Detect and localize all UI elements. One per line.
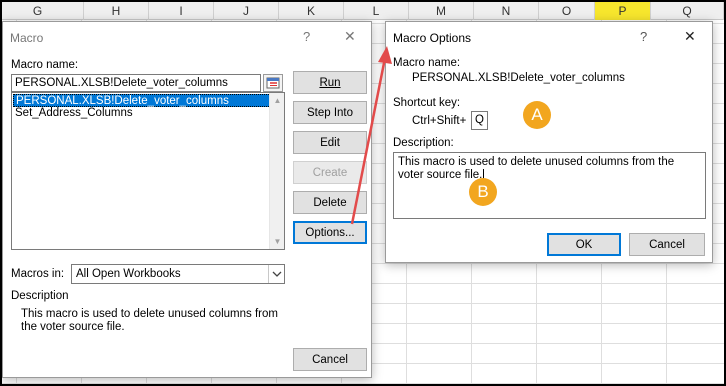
column-header[interactable]: H	[84, 2, 149, 20]
macros-in-label: Macros in:	[11, 268, 65, 280]
ok-button[interactable]: OK	[547, 233, 621, 256]
macro-list-scrollbar[interactable]: ▲ ▼	[269, 93, 284, 249]
macro-dialog: Macro ? ✕ Macro name: PERSONAL.XLSB!Dele…	[2, 21, 372, 378]
collapse-dialog-icon[interactable]	[263, 74, 283, 92]
options-dialog-titlebar[interactable]: Macro Options ? ✕	[386, 22, 712, 52]
delete-button[interactable]: Delete	[293, 191, 367, 214]
cancel-button[interactable]: Cancel	[293, 348, 367, 371]
options-button[interactable]: Options...	[293, 221, 367, 244]
scroll-down-icon[interactable]: ▼	[270, 234, 284, 249]
column-header[interactable]: J	[214, 2, 279, 20]
cancel-button[interactable]: Cancel	[629, 233, 705, 256]
column-header-selected[interactable]: P	[595, 2, 651, 20]
column-header[interactable]: G	[2, 2, 84, 20]
macro-list-item-selected[interactable]: PERSONAL.XLSB!Delete_voter_columns	[13, 94, 283, 107]
description-label: Description:	[393, 137, 454, 149]
edit-button[interactable]: Edit	[293, 131, 367, 154]
macro-list-item[interactable]: Set_Address_Columns	[13, 107, 283, 120]
macros-in-select[interactable]: All Open Workbooks	[71, 264, 285, 284]
column-header[interactable]: I	[149, 2, 214, 20]
scroll-up-icon[interactable]: ▲	[270, 93, 284, 108]
dialog-title: Macro Options	[393, 31, 472, 45]
macro-name-label: Macro name:	[11, 59, 79, 71]
macro-dialog-titlebar[interactable]: Macro ? ✕	[3, 22, 371, 52]
help-icon[interactable]: ?	[640, 29, 647, 44]
macro-description: This macro is used to delete unused colu…	[21, 308, 278, 333]
macros-in-value: All Open Workbooks	[76, 268, 181, 280]
column-headers: G H I J K L M N O P Q	[2, 2, 724, 20]
shortcut-key-input[interactable]: Q	[471, 111, 488, 130]
macro-name-value: PERSONAL.XLSB!Delete_voter_columns	[412, 72, 625, 84]
column-header[interactable]: O	[539, 2, 595, 20]
macro-options-dialog: Macro Options ? ✕ Macro name: PERSONAL.X…	[385, 21, 713, 263]
shortcut-key-label: Shortcut key:	[393, 97, 461, 109]
column-header[interactable]: K	[279, 2, 344, 20]
create-button: Create	[293, 161, 367, 184]
close-icon[interactable]: ✕	[684, 28, 696, 45]
description-label: Description	[11, 290, 69, 302]
macro-name-input[interactable]: PERSONAL.XLSB!Delete_voter_columns	[11, 74, 261, 92]
macro-list[interactable]: PERSONAL.XLSB!Delete_voter_columns Set_A…	[11, 92, 285, 250]
close-icon[interactable]: ✕	[344, 28, 356, 45]
column-header[interactable]: N	[474, 2, 539, 20]
description-value: This macro is used to delete unused colu…	[398, 156, 675, 181]
column-header[interactable]: L	[344, 2, 409, 20]
annotation-badge-a: A	[523, 101, 551, 129]
chevron-down-icon[interactable]	[268, 265, 284, 283]
screenshot-frame: G H I J K L M N O P Q Macro ? ✕ Macro na…	[2, 2, 724, 384]
help-icon[interactable]: ?	[303, 29, 310, 44]
description-textarea[interactable]: This macro is used to delete unused colu…	[393, 152, 706, 219]
column-header[interactable]: Q	[651, 2, 724, 20]
annotation-badge-b: B	[469, 178, 497, 206]
dialog-title: Macro	[10, 31, 44, 45]
shortcut-prefix: Ctrl+Shift+	[412, 115, 467, 127]
step-into-button[interactable]: Step Into	[293, 101, 367, 124]
macro-name-label: Macro name:	[393, 57, 461, 69]
column-header[interactable]: M	[409, 2, 474, 20]
run-button[interactable]: Run	[293, 71, 367, 94]
